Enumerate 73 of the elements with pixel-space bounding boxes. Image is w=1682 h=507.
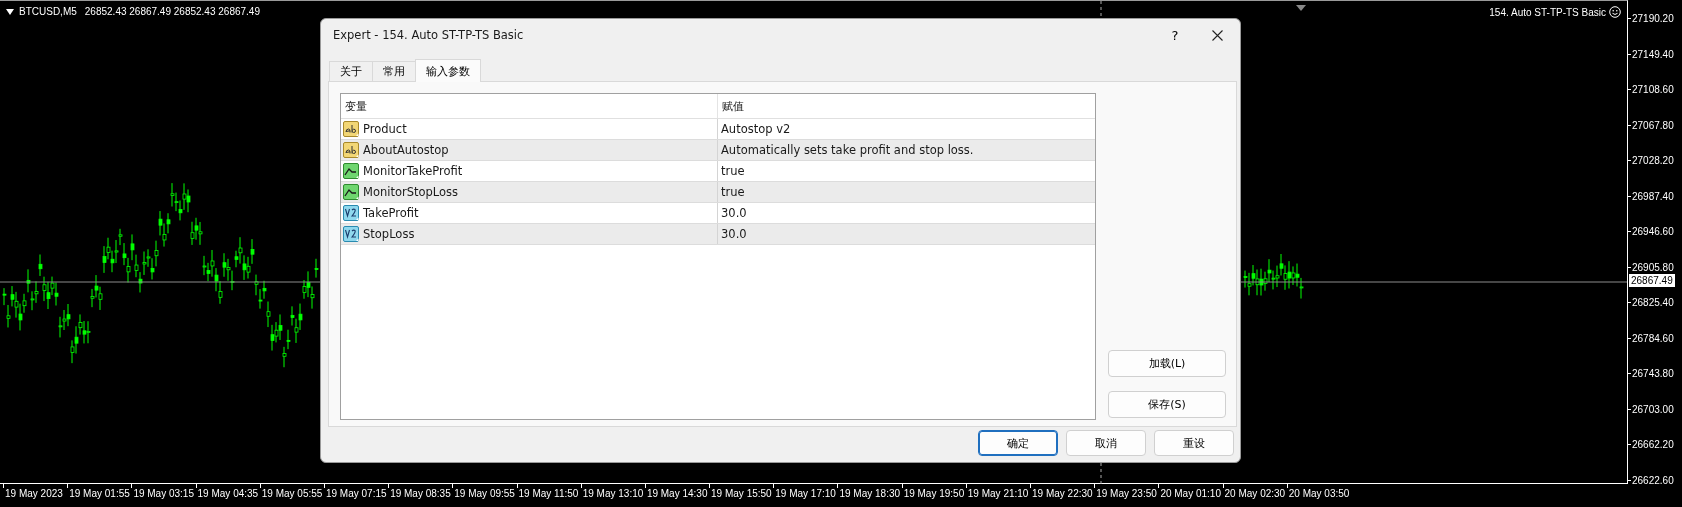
close-icon [1211,29,1223,41]
time-axis-label: 19 May 19:50 [901,484,966,507]
dialog-button[interactable]: 重设 [1154,430,1234,456]
switch-type-icon [343,163,359,179]
parameter-name: AboutAutostop [363,143,449,157]
price-axis-label: 27028.20 [1628,154,1682,167]
time-axis-label: 19 May 2023 [3,484,68,507]
time-axis-label: 19 May 23:50 [1094,484,1159,507]
help-button[interactable]: ? [1154,20,1196,50]
price-axis-label: 27108.60 [1628,83,1682,96]
price-axis-label: 26784.60 [1628,331,1682,345]
parameter-name: TakeProfit [363,206,419,220]
dropdown-triangle-icon[interactable] [6,8,14,15]
dialog-button[interactable]: 确定 [978,430,1058,456]
expert-label: 154. Auto ST-TP-TS Basic [1489,6,1606,18]
switch-type-icon [343,184,359,200]
time-axis-label: 19 May 22:30 [1030,484,1095,507]
parameter-name: MonitorTakeProfit [363,164,463,178]
text-type-icon [343,121,359,137]
tab[interactable]: 关于 [329,61,373,81]
number-type-icon [343,226,359,242]
time-axis-label: 20 May 02:30 [1222,484,1287,507]
current-price-tag: 26867.49 [1629,274,1675,287]
time-axis-label: 19 May 17:10 [773,484,838,507]
price-axis-label: 26987.40 [1628,189,1682,203]
time-axis-label: 19 May 21:10 [965,484,1030,507]
price-axis-label: 27067.80 [1628,118,1682,132]
price-axis-label: 26622.60 [1628,473,1682,487]
price-axis-label: 26946.60 [1628,225,1682,238]
price-axis-label: 26703.00 [1628,402,1682,416]
price-axis-label: 26743.80 [1628,367,1682,380]
price-axis-label: 27190.20 [1628,12,1682,25]
time-axis-label: 19 May 13:10 [580,484,645,507]
time-axis-label: 19 May 08:35 [388,484,453,507]
time-axis-label: 19 May 01:55 [67,484,132,507]
window-title: Expert - 154. Auto ST-TP-TS Basic [333,28,525,42]
parameter-value[interactable]: 30.0 [721,206,747,220]
time-axis-label: 20 May 01:10 [1158,484,1223,507]
parameter-name: Product [363,122,407,136]
smiley-icon[interactable] [1609,6,1621,18]
price-axis-label: 26825.40 [1628,296,1682,309]
dialog-button[interactable]: 取消 [1066,430,1146,456]
time-axis-label: 19 May 09:55 [452,484,517,507]
side-button[interactable]: 加载(L) [1108,350,1226,377]
parameter-value[interactable]: Automatically sets take profit and stop loss. [721,143,974,157]
time-axis-label: 19 May 07:15 [323,484,389,507]
shift-marker-icon[interactable] [1296,5,1306,11]
time-axis-label: 19 May 14:30 [644,484,710,507]
time-axis-label: 19 May 04:35 [195,484,260,507]
time-axis-label: 20 May 03:50 [1286,484,1351,507]
time-axis-label: 19 May 05:55 [259,484,324,507]
tab[interactable]: 输入参数 [415,59,481,82]
price-axis-label: 27149.40 [1628,47,1682,61]
number-type-icon [343,205,359,221]
parameter-name: StopLoss [363,227,415,241]
text-type-icon [343,142,359,158]
column-header[interactable]: 变量 [341,94,718,118]
time-axis-label: 19 May 15:50 [709,484,774,507]
ohlc-label: 26852.43 26867.49 26852.43 26867.49 [84,6,260,17]
price-axis-label: 26662.20 [1628,438,1682,451]
parameter-value[interactable]: Autostop v2 [721,122,791,136]
column-header[interactable]: 赋值 [718,94,1095,118]
time-axis-label: 19 May 03:15 [131,484,196,507]
parameter-value[interactable]: 30.0 [721,227,747,241]
parameter-name: MonitorStopLoss [363,185,459,199]
parameter-value[interactable]: true [721,164,745,178]
side-button[interactable]: 保存(S) [1108,391,1226,418]
parameter-value[interactable]: true [721,185,745,199]
candlestick-series [1243,253,1304,300]
symbol-label: BTCUSD,M5 [19,6,77,17]
time-axis-label: 19 May 11:50 [516,484,581,507]
time-axis-label: 19 May 18:30 [837,484,902,507]
price-axis-label: 26905.80 [1628,260,1682,274]
